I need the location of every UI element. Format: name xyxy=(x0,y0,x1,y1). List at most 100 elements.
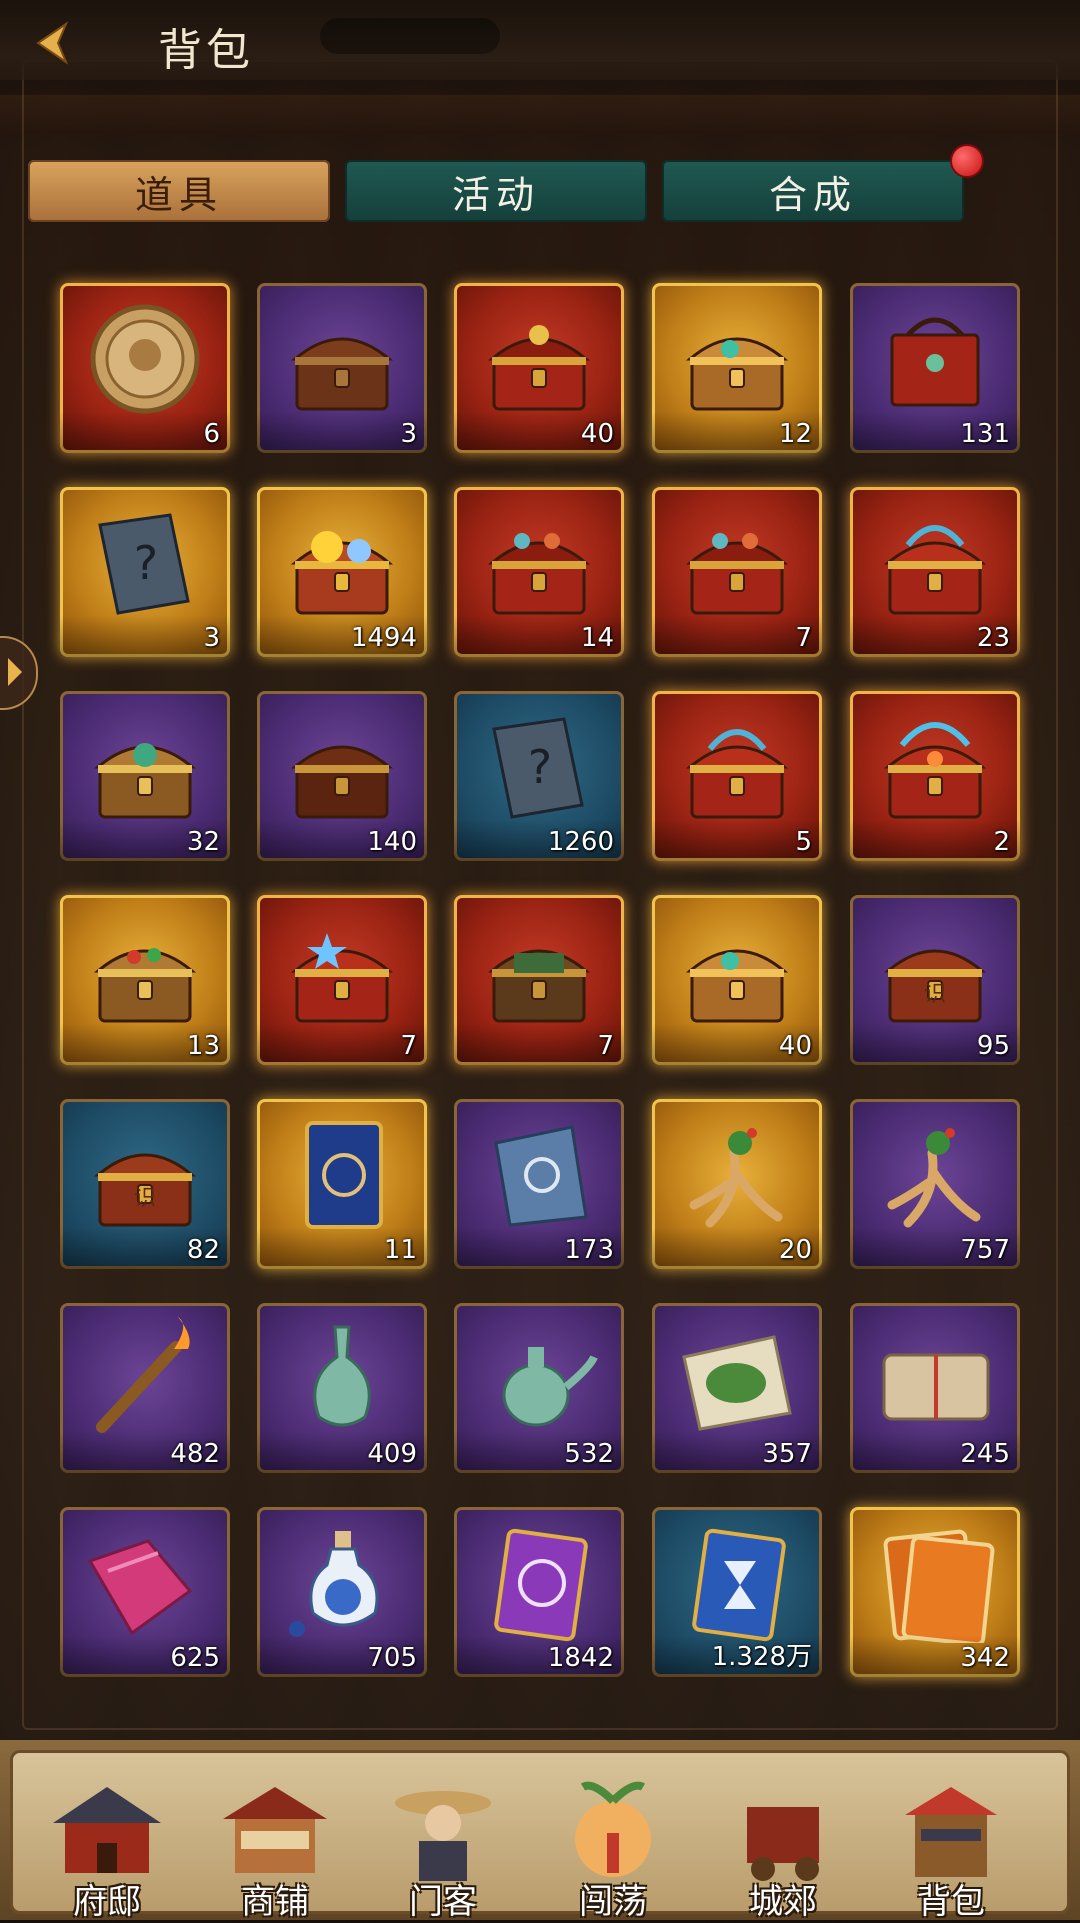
nav-label: 门客 xyxy=(409,1882,477,1922)
item-count: 1494 xyxy=(350,623,417,653)
item-slot[interactable]: 14 xyxy=(454,487,624,657)
page-title: 背包 xyxy=(158,25,254,76)
item-count: 140 xyxy=(367,827,417,857)
item-slot[interactable]: 131 xyxy=(850,283,1020,453)
item-count: 6 xyxy=(203,419,220,449)
red-chest-icon xyxy=(472,501,606,623)
item-slot[interactable]: 705 xyxy=(257,1507,427,1677)
pink-cloth-icon xyxy=(78,1521,212,1643)
nav-shop[interactable]: 商铺 xyxy=(195,1773,355,1923)
nav-backpack[interactable]: 背包 xyxy=(871,1773,1031,1923)
top-bar: 背包 xyxy=(0,0,1080,80)
item-slot[interactable]: 173 xyxy=(454,1099,624,1269)
item-slot[interactable]: 2 xyxy=(850,691,1020,861)
item-count: 95 xyxy=(976,1031,1010,1061)
torch-icon xyxy=(78,1317,212,1439)
seal-chest-icon: 识 xyxy=(868,909,1002,1031)
item-count: 2 xyxy=(993,827,1010,857)
item-slot[interactable]: 482 xyxy=(60,1303,230,1473)
star-chest-icon xyxy=(275,909,409,1031)
bottom-nav: 府邸 商铺 门客 闯荡 城郊 背包 xyxy=(0,1740,1080,1923)
item-slot[interactable]: 12 xyxy=(652,283,822,453)
item-count: 1260 xyxy=(547,827,614,857)
item-slot[interactable]: 识 82 xyxy=(60,1099,230,1269)
mansion-icon xyxy=(47,1773,167,1883)
item-slot[interactable]: 3 xyxy=(257,283,427,453)
item-count: 7 xyxy=(795,623,812,653)
item-slot[interactable]: 357 xyxy=(652,1303,822,1473)
item-count: 482 xyxy=(170,1439,220,1469)
tab-synthesis[interactable]: 合成 xyxy=(662,160,964,222)
item-count: 40 xyxy=(580,419,614,449)
item-slot[interactable]: 409 xyxy=(257,1303,427,1473)
teapot-icon xyxy=(472,1317,606,1439)
item-slot[interactable]: 20 xyxy=(652,1099,822,1269)
dark-chest-icon xyxy=(275,705,409,827)
dragon-chest-icon xyxy=(868,501,1002,623)
nav-label: 闯荡 xyxy=(579,1882,647,1922)
item-slot[interactable]: 识 95 xyxy=(850,895,1020,1065)
item-slot[interactable]: 40 xyxy=(652,895,822,1065)
item-slot[interactable]: 245 xyxy=(850,1303,1020,1473)
item-slot[interactable]: 7 xyxy=(652,487,822,657)
item-count: 1.328万 xyxy=(711,1642,812,1672)
item-slot[interactable]: ? 1260 xyxy=(454,691,624,861)
header-decoration xyxy=(320,18,500,54)
jade-chest-icon xyxy=(78,705,212,827)
open-chest-icon xyxy=(670,297,804,419)
shop-icon xyxy=(215,1773,335,1883)
item-slot[interactable]: 140 xyxy=(257,691,427,861)
item-slot[interactable]: 23 xyxy=(850,487,1020,657)
ginseng-icon xyxy=(670,1113,804,1235)
nav-retainer[interactable]: 门客 xyxy=(363,1773,523,1923)
item-slot[interactable]: 6 xyxy=(60,283,230,453)
tab-activity[interactable]: 活动 xyxy=(345,160,647,222)
back-button[interactable] xyxy=(28,18,78,68)
item-count: 7 xyxy=(400,1031,417,1061)
item-slot[interactable]: 11 xyxy=(257,1099,427,1269)
back-arrow-icon xyxy=(36,21,69,65)
item-count: 3 xyxy=(400,419,417,449)
nav-outskirts[interactable]: 城郊 xyxy=(703,1773,863,1923)
treasure-chest-icon xyxy=(472,297,606,419)
item-count: 14 xyxy=(580,623,614,653)
item-count: 342 xyxy=(960,1643,1010,1673)
item-slot[interactable]: 32 xyxy=(60,691,230,861)
item-count: 245 xyxy=(960,1439,1010,1469)
svg-text:识: 识 xyxy=(924,982,946,1007)
item-slot[interactable]: 7 xyxy=(454,895,624,1065)
item-slot[interactable]: ? 3 xyxy=(60,487,230,657)
blue-card-icon xyxy=(275,1113,409,1235)
dragon-chest-icon xyxy=(670,705,804,827)
nav-adventure[interactable]: 闯荡 xyxy=(533,1773,693,1923)
item-slot[interactable]: 13 xyxy=(60,895,230,1065)
item-slot[interactable]: 1494 xyxy=(257,487,427,657)
item-count: 82 xyxy=(186,1235,220,1265)
item-slot[interactable]: 7 xyxy=(257,895,427,1065)
seal-chest-icon: 识 xyxy=(78,1113,212,1235)
tab-items[interactable]: 道具 xyxy=(28,160,330,222)
item-slot[interactable]: 40 xyxy=(454,283,624,453)
item-count: 7 xyxy=(597,1031,614,1061)
item-slot[interactable]: 532 xyxy=(454,1303,624,1473)
item-slot[interactable]: 625 xyxy=(60,1507,230,1677)
recruit-card-icon xyxy=(868,1521,1002,1647)
mystery-book-icon: ? xyxy=(78,501,212,623)
item-slot[interactable]: 1842 xyxy=(454,1507,624,1677)
nav-mansion[interactable]: 府邸 xyxy=(27,1773,187,1923)
item-slot[interactable]: 757 xyxy=(850,1099,1020,1269)
wooden-chest-icon xyxy=(275,297,409,419)
svg-text:?: ? xyxy=(528,740,552,794)
item-count: 3 xyxy=(203,623,220,653)
item-count: 20 xyxy=(778,1235,812,1265)
item-slot[interactable]: 1.328万 xyxy=(652,1507,822,1677)
item-count: 757 xyxy=(960,1235,1010,1265)
retainer-icon xyxy=(383,1773,503,1883)
item-count: 40 xyxy=(778,1031,812,1061)
red-box-icon xyxy=(868,297,1002,419)
item-slot[interactable]: 5 xyxy=(652,691,822,861)
open-chest-icon xyxy=(670,909,804,1031)
item-count: 13 xyxy=(186,1031,220,1061)
item-slot[interactable]: 342 xyxy=(850,1507,1020,1677)
nav-label: 背包 xyxy=(917,1882,985,1922)
